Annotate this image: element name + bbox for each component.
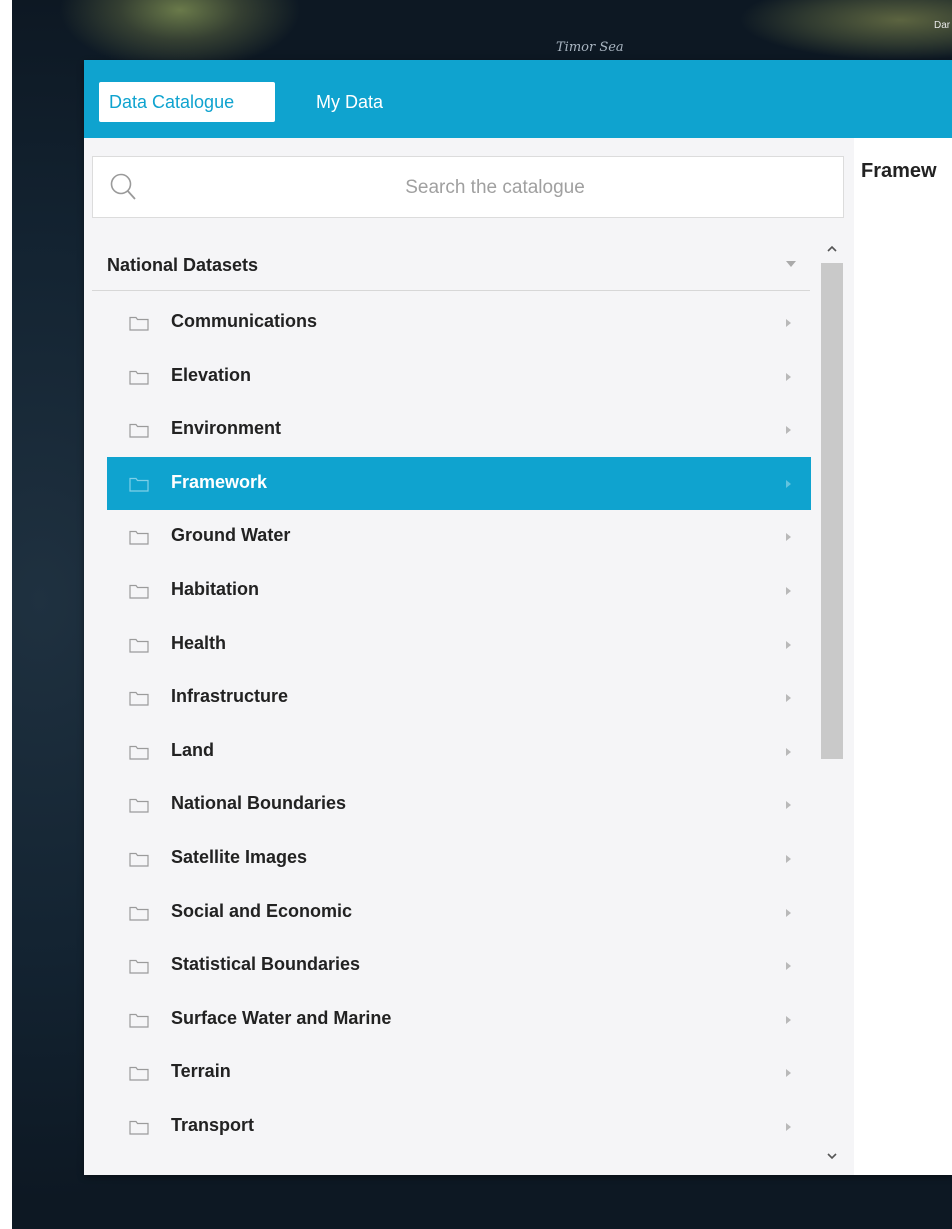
chevron-right-icon: [786, 801, 791, 810]
chevron-right-icon: [786, 694, 791, 703]
group-header-national-datasets[interactable]: National Datasets: [92, 241, 810, 291]
list-item-statistical-boundaries[interactable]: Statistical Boundaries: [107, 939, 811, 993]
folder-icon: [129, 960, 149, 974]
list-item-label: Elevation: [171, 364, 252, 385]
chevron-right-icon: [786, 426, 791, 435]
list-item-elevation[interactable]: Elevation: [107, 350, 811, 404]
chevron-right-icon: [786, 640, 791, 649]
list-item-label: Ground Water: [171, 525, 291, 546]
list-item-satellite-images[interactable]: Satellite Images: [107, 832, 811, 886]
list-item-label: Statistical Boundaries: [171, 954, 361, 975]
chevron-right-icon: [786, 1122, 791, 1131]
search-input[interactable]: [153, 157, 837, 219]
list-item-terrain[interactable]: Terrain: [107, 1046, 811, 1100]
list-item-label: Communications: [171, 311, 318, 331]
chevron-right-icon: [786, 1069, 791, 1078]
detail-title: Framew: [861, 160, 937, 182]
list-item-surface-water-and-marine[interactable]: Surface Water and Marine: [107, 993, 811, 1047]
list-item-label: Environment: [171, 418, 282, 439]
folder-icon: [129, 424, 149, 438]
list-item-label: Habitation: [171, 578, 259, 599]
list-item-label: Surface Water and Marine: [171, 1007, 392, 1028]
folder-icon: [129, 799, 149, 813]
list-item-label: Framework: [171, 471, 268, 492]
list-item-habitation[interactable]: Habitation: [107, 564, 811, 618]
chevron-right-icon: [786, 319, 791, 327]
scrollbar-thumb[interactable]: [821, 263, 843, 759]
list-item-label: Terrain: [171, 1061, 231, 1082]
dataset-list: Communications Elevation Environment Fra…: [107, 296, 811, 1154]
chevron-right-icon: [786, 479, 791, 488]
chevron-right-icon: [786, 747, 791, 756]
folder-icon: [129, 745, 149, 760]
map-label-darwin: Dar: [934, 20, 951, 31]
list-item-ground-water[interactable]: Ground Water: [107, 510, 811, 564]
chevron-up-icon[interactable]: [826, 243, 838, 255]
list-item-label: National Boundaries: [171, 793, 347, 814]
list-item-national-boundaries[interactable]: National Boundaries: [107, 778, 811, 832]
chevron-right-icon: [786, 854, 791, 863]
folder-icon: [129, 852, 149, 867]
chevron-down-icon[interactable]: [826, 1150, 838, 1162]
folder-icon: [129, 1120, 149, 1135]
list-item-label: Health: [171, 632, 227, 653]
panel-header: Data Catalogue My Data: [84, 60, 952, 138]
chevron-right-icon: [786, 908, 791, 917]
list-item-infrastructure[interactable]: Infrastructure: [107, 671, 811, 725]
list-item-land[interactable]: Land: [107, 725, 811, 779]
detail-pane: Framew: [854, 138, 952, 1175]
data-catalogue-panel: Data Catalogue My Data National Datasets…: [84, 60, 952, 1175]
folder-icon: [129, 531, 149, 545]
list-scrollbar[interactable]: [817, 238, 847, 1175]
search-box[interactable]: [92, 156, 844, 219]
chevron-right-icon: [786, 533, 791, 542]
list-item-framework[interactable]: Framework: [107, 456, 811, 511]
folder-icon: [129, 316, 149, 331]
list-item-social-and-economic[interactable]: Social and Economic: [107, 886, 811, 940]
list-item-label: Transport: [171, 1114, 255, 1135]
folder-icon: [129, 370, 149, 385]
list-item-label: Land: [171, 739, 214, 760]
chevron-right-icon: [786, 962, 791, 971]
caret-down-icon: [786, 261, 796, 267]
chevron-right-icon: [786, 586, 791, 595]
list-item-transport[interactable]: Transport: [107, 1100, 811, 1154]
chevron-right-icon: [786, 372, 791, 381]
left-edge-strip: [0, 0, 12, 1229]
folder-icon: [129, 906, 149, 921]
list-item-label: Satellite Images: [171, 846, 308, 867]
chevron-right-icon: [786, 1015, 791, 1024]
folder-icon: [129, 1013, 149, 1028]
list-item-health[interactable]: Health: [107, 618, 811, 672]
folder-icon: [129, 1067, 149, 1081]
folder-icon: [129, 638, 149, 653]
list-item-label: Social and Economic: [171, 900, 353, 921]
list-item-environment[interactable]: Environment: [107, 403, 811, 457]
list-item-label: Infrastructure: [171, 686, 289, 707]
list-item-communications[interactable]: Communications: [107, 296, 811, 350]
group-title: National Datasets: [107, 255, 259, 275]
folder-icon: [129, 692, 149, 706]
tab-my-data[interactable]: My Data: [306, 82, 393, 122]
tab-data-catalogue[interactable]: Data Catalogue: [99, 82, 275, 122]
search-icon: [110, 173, 136, 200]
map-label-timor-sea: Timor Sea: [556, 40, 624, 55]
folder-icon: [129, 477, 149, 492]
catalogue-browser: National Datasets Communications Elevati…: [84, 138, 854, 1175]
folder-icon: [129, 584, 149, 599]
